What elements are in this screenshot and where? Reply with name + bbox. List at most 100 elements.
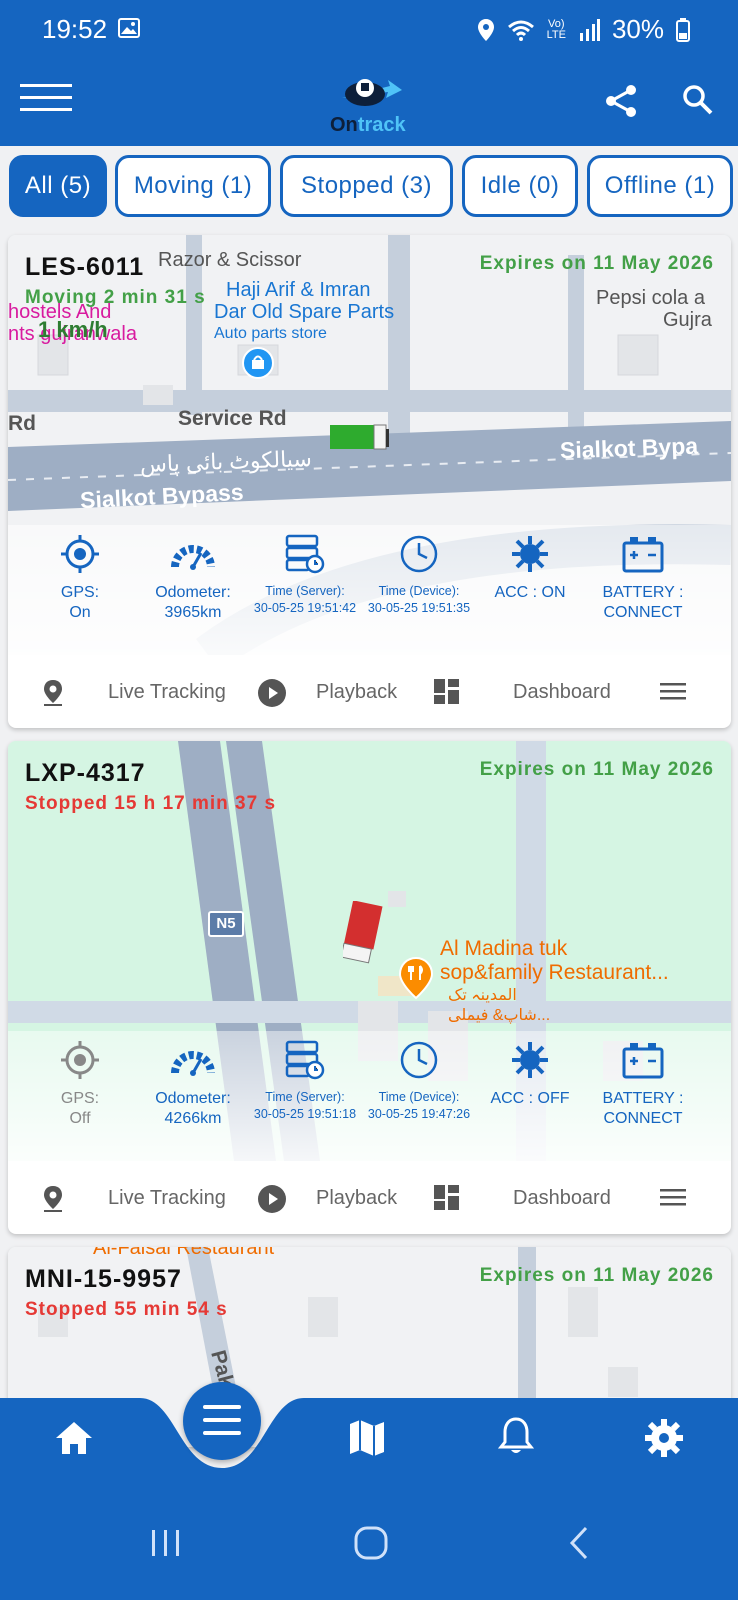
map-label: Al-Faisal Restaurant: [93, 1247, 275, 1259]
search-icon[interactable]: [682, 84, 714, 116]
server-time-label: Time (Server):: [265, 1090, 345, 1104]
map-label: Haji Arif & Imran: [226, 279, 371, 301]
logo-text: Ontrack: [330, 114, 406, 137]
map-label: Service Rd: [178, 407, 287, 430]
location-pin-icon[interactable]: [42, 1185, 64, 1213]
playback-button[interactable]: Playback: [316, 681, 397, 704]
signal-icon: [579, 18, 600, 41]
status-bar: 19:52 Vo) LTE 30%: [0, 0, 738, 56]
filter-tab-moving[interactable]: Moving (1): [115, 155, 271, 217]
more-menu-icon[interactable]: [660, 683, 686, 701]
truck-marker-icon: [343, 901, 383, 964]
server-clock-icon: [285, 534, 325, 574]
battery-info: BATTERY : CONNECT: [588, 1031, 698, 1129]
gps-label: GPS:: [60, 584, 100, 601]
device-time-label: Time (Device):: [378, 1090, 460, 1104]
vehicle-plate: LES-6011: [25, 253, 145, 281]
home-icon[interactable]: [54, 1420, 94, 1456]
dashboard-button[interactable]: Dashboard: [513, 1187, 611, 1210]
map-label: Razor & Scissor: [158, 249, 302, 271]
expiry-date: Expires on 11 May 2026: [479, 1265, 714, 1286]
car-battery-icon: [622, 1043, 664, 1079]
odometer-value: 3965km: [164, 604, 222, 621]
card-actions: Live Tracking Playback Dashboard: [8, 1161, 731, 1234]
vehicle-status: Stopped 55 min 54 s: [25, 1299, 228, 1320]
battery-label: BATTERY :: [602, 1090, 684, 1107]
playback-button[interactable]: Playback: [316, 1187, 397, 1210]
gps-target-icon: [61, 535, 99, 573]
battery-value: CONNECT: [603, 604, 683, 621]
filter-tab-all[interactable]: All (5): [9, 155, 107, 217]
live-tracking-button[interactable]: Live Tracking: [108, 1187, 226, 1210]
map-label: Gujra: [663, 309, 712, 331]
dashboard-icon[interactable]: [434, 1185, 460, 1211]
play-icon[interactable]: [258, 679, 286, 707]
filter-tab-idle[interactable]: Idle (0): [462, 155, 578, 217]
vehicle-speed: 1 km/h: [38, 317, 108, 342]
filter-tab-offline[interactable]: Offline (1): [587, 155, 733, 217]
gps-info: GPS: On: [25, 525, 135, 623]
gps-value: Off: [69, 1110, 91, 1127]
settings-gear-icon[interactable]: [644, 1418, 684, 1458]
map-label: Auto parts store: [214, 325, 327, 342]
dashboard-icon[interactable]: [434, 679, 460, 705]
battery-percent: 30%: [611, 14, 664, 44]
expiry-date: Expires on 11 May 2026: [479, 253, 714, 274]
more-menu-icon[interactable]: [660, 1189, 686, 1207]
back-icon[interactable]: [568, 1526, 590, 1560]
acc-info: ACC : OFF: [475, 1031, 585, 1109]
app-header: Ontrack: [0, 56, 738, 146]
filter-tab-stopped[interactable]: Stopped (3): [280, 155, 453, 217]
server-time-value: 30-05-25 19:51:42: [253, 601, 357, 615]
odometer-info: Odometer: 3965km: [138, 525, 248, 623]
recent-apps-icon[interactable]: [150, 1528, 182, 1558]
hamburger-menu-icon[interactable]: [20, 84, 72, 114]
home-nav-icon[interactable]: [354, 1526, 388, 1560]
device-time-info: Time (Device): 30-05-25 19:47:26: [364, 1031, 474, 1123]
server-time-label: Time (Server):: [265, 584, 345, 598]
battery-label: BATTERY :: [602, 584, 684, 601]
clock-icon: [400, 535, 438, 573]
gps-value: On: [69, 604, 91, 621]
location-pin-icon[interactable]: [42, 679, 64, 707]
share-icon[interactable]: [604, 84, 638, 118]
map-label: Dar Old Spare Parts: [214, 301, 395, 323]
acc-status: ACC : ON: [494, 584, 566, 601]
dashboard-button[interactable]: Dashboard: [513, 681, 611, 704]
odometer-label: Odometer:: [155, 584, 231, 601]
volte-icon: Vo) LTE: [546, 17, 566, 41]
vehicle-status: Moving 2 min 31 s: [25, 287, 206, 308]
wifi-icon: [507, 20, 534, 41]
acc-info: ACC : ON: [475, 525, 585, 603]
engine-icon: [512, 1042, 548, 1078]
logo-icon: [342, 79, 402, 106]
menu-icon: [203, 1405, 241, 1435]
device-time-label: Time (Device):: [378, 584, 460, 598]
fab-menu-button[interactable]: [183, 1382, 261, 1460]
vehicle-status: Stopped 15 h 17 min 37 s: [25, 793, 277, 814]
map-icon[interactable]: [348, 1418, 386, 1458]
notifications-bell-icon[interactable]: [498, 1416, 534, 1458]
bottom-nav: [0, 1398, 738, 1494]
odometer-info: Odometer: 4266km: [138, 1031, 248, 1129]
gps-label: GPS:: [60, 1090, 100, 1107]
engine-icon: [512, 536, 548, 572]
map-label: Al Madina tuk: [440, 937, 568, 960]
gallery-icon: [118, 18, 140, 38]
store-pin-icon: [242, 347, 274, 379]
gps-info: GPS: Off: [25, 1031, 135, 1129]
system-nav-bar: [0, 1494, 738, 1600]
card-actions: Live Tracking Playback Dashboard: [8, 655, 731, 728]
vehicle-card[interactable]: Razor & Scissor Haji Arif & Imran Dar Ol…: [8, 235, 731, 728]
vehicle-info-strip: GPS: Off Odometer: 4266km Time (Server):…: [8, 1031, 731, 1161]
vehicle-plate: MNI-15-9957: [25, 1265, 182, 1293]
speedometer-icon: [171, 545, 215, 570]
clock-icon: [400, 1041, 438, 1079]
play-icon[interactable]: [258, 1185, 286, 1213]
live-tracking-button[interactable]: Live Tracking: [108, 681, 226, 704]
vehicle-card[interactable]: N5 Al Madina tuk sop&family Restaurant..…: [8, 741, 731, 1234]
odometer-label: Odometer:: [155, 1090, 231, 1107]
highway-shield: N5: [208, 911, 244, 937]
vehicle-info-strip: GPS: On Odometer: 3965km Time (Server): …: [8, 525, 731, 655]
map-label: sop&family Restaurant...: [440, 961, 669, 984]
